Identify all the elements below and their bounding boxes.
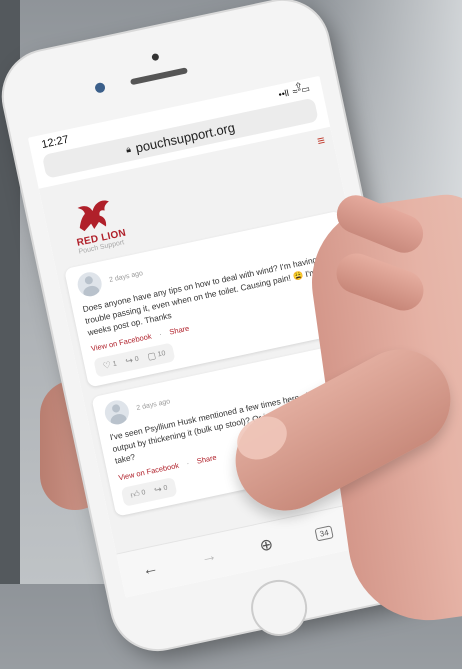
phone-sensor [151,52,160,62]
separator: · [185,458,190,468]
share-count-button[interactable]: ↪ 0 [153,482,168,496]
heart-icon: ♡ [102,359,113,372]
like-button[interactable]: 👍︎ 0 [129,487,146,501]
share-arrow-icon: ↪ [153,483,163,495]
share-count: 0 [134,356,140,364]
post-time: 2 days ago [108,269,144,284]
comment-button[interactable]: ▢ 10 [146,348,166,363]
comment-count: 10 [157,350,167,359]
signal-icon: ••ll [277,87,290,100]
share-arrow-icon: ↪ [124,355,134,367]
share-count: 0 [162,484,169,492]
status-time: 12:27 [40,133,70,152]
earpiece-speaker [129,67,188,86]
reactions-bar: 👍︎ 0 ↪ 0 [120,476,178,507]
comment-icon: ▢ [146,350,157,362]
like-button[interactable]: ♡ 1 [102,359,118,373]
back-arrow-icon[interactable]: ← [141,559,160,580]
separator: · [158,329,163,340]
like-count: 0 [140,488,147,497]
tabs-count-button[interactable]: 34 [314,524,334,542]
home-button[interactable] [245,574,313,642]
new-tab-plus-icon[interactable]: ⊕ [258,534,275,556]
thumbs-up-icon: 👍︎ [129,488,141,500]
share-count-button[interactable]: ↪ 0 [125,354,140,368]
post-time: 2 days ago [135,397,171,412]
lock-icon: 🔒︎ [124,143,132,155]
front-camera [94,81,106,94]
avatar [75,269,104,299]
forward-arrow-icon[interactable]: → [199,547,218,568]
share-link[interactable]: Share [196,452,217,465]
share-link[interactable]: Share [169,324,190,337]
avatar [102,398,132,427]
like-count: 1 [112,360,118,369]
